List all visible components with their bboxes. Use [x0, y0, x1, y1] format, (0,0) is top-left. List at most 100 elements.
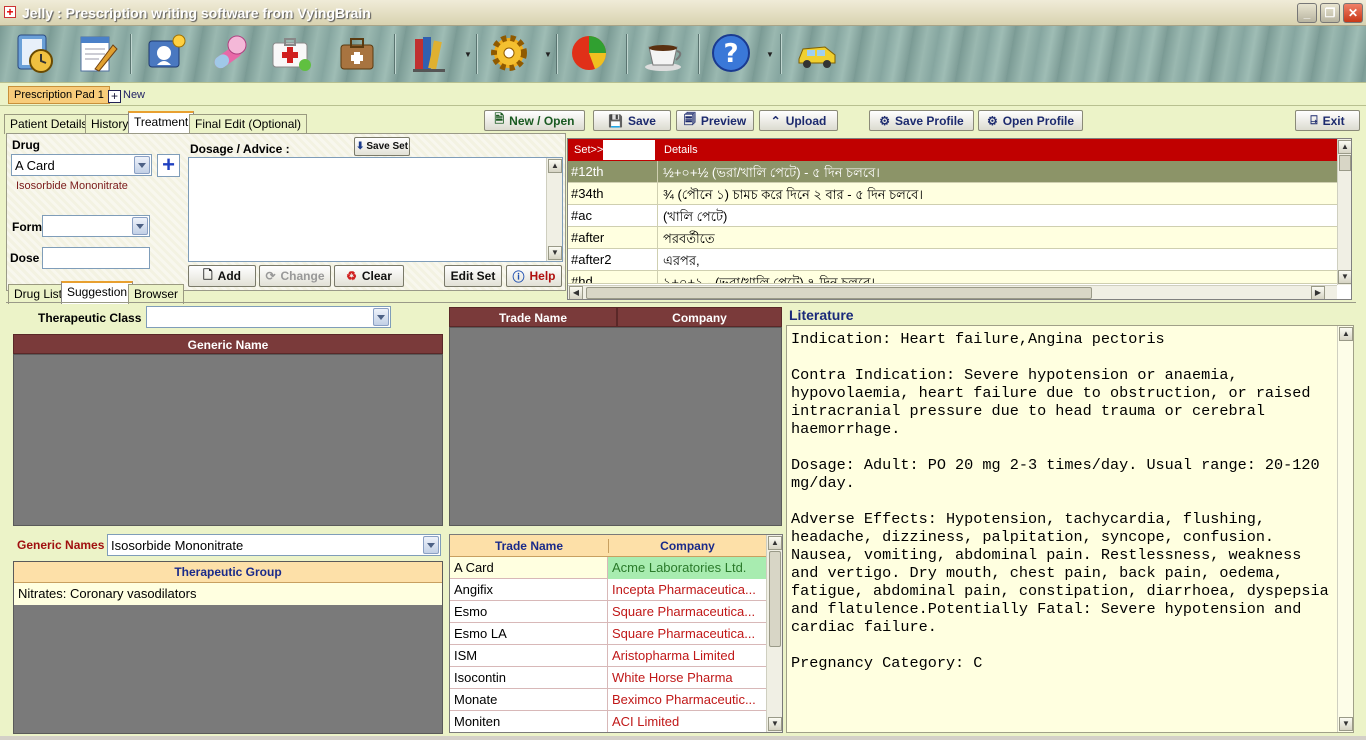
form-combo[interactable] — [42, 215, 150, 237]
table-row[interactable]: Moniten ACI Limited — [450, 711, 766, 732]
set-grid-horizontal-scrollbar[interactable]: ◀ ▶ — [568, 285, 1337, 299]
table-row[interactable]: ISM Aristopharma Limited — [450, 645, 766, 667]
medicine-pills-icon[interactable] — [206, 30, 252, 76]
table-row[interactable]: #ac (খালি পেটে) — [568, 205, 1337, 227]
dosage-advice-textarea[interactable]: ▲ ▼ — [188, 157, 563, 262]
chevron-down-icon[interactable] — [132, 217, 148, 235]
exit-button[interactable]: ⍈ Exit — [1295, 110, 1360, 131]
set-grid-vertical-scrollbar[interactable]: ▲ ▼ — [1337, 139, 1351, 285]
company-header: Company — [617, 307, 782, 327]
trade-company-list[interactable] — [449, 327, 782, 526]
new-pad-button[interactable]: + New — [108, 87, 145, 103]
toolbar-separator — [626, 34, 628, 74]
scroll-up-icon[interactable]: ▲ — [1339, 327, 1353, 341]
upload-button[interactable]: ⌃ Upload — [759, 110, 838, 131]
generic-names-label: Generic Names — [17, 538, 105, 552]
title-bar: + Jelly : Prescription writing software … — [0, 0, 1366, 26]
chevron-down-icon[interactable] — [373, 308, 389, 326]
first-aid-kit-icon[interactable] — [268, 30, 314, 76]
books-dropdown-icon[interactable]: ▼ — [464, 50, 472, 59]
new-open-button[interactable]: 🗎 New / Open — [484, 110, 585, 131]
generic-names-combo[interactable]: Isosorbide Mononitrate — [107, 534, 441, 556]
settings-gear-icon[interactable] — [486, 30, 532, 76]
scroll-down-icon[interactable]: ▼ — [1339, 717, 1353, 731]
close-button[interactable]: ✕ — [1343, 3, 1363, 23]
tab-patient-details[interactable]: Patient Details — [4, 114, 94, 134]
open-profile-button[interactable]: ⚙ Open Profile — [978, 110, 1083, 131]
preview-icon: 🗐 — [683, 112, 696, 126]
maximize-button[interactable]: ❐ — [1320, 3, 1340, 23]
upload-arrow-icon: ⌃ — [770, 113, 781, 128]
table-row[interactable]: Angifix Incepta Pharmaceutica... — [450, 579, 766, 601]
therapeutic-group-row[interactable]: Nitrates: Coronary vasodilators — [14, 583, 442, 605]
preview-button[interactable]: 🗐 Preview — [676, 110, 754, 131]
exit-taxi-icon[interactable] — [794, 30, 840, 76]
scroll-down-icon[interactable]: ▼ — [548, 246, 562, 260]
minimize-button[interactable]: _ — [1297, 3, 1317, 23]
scroll-right-icon[interactable]: ▶ — [1311, 286, 1325, 299]
table-row[interactable]: #after পরবর্তীতে — [568, 227, 1337, 249]
scroll-thumb[interactable] — [769, 551, 781, 647]
plus-icon: + — [108, 90, 121, 103]
drug-combo[interactable]: A Card — [11, 154, 152, 176]
tab-suggestion[interactable]: Suggestion — [61, 281, 134, 304]
table-row[interactable]: Esmo Square Pharmaceutica... — [450, 601, 766, 623]
tab-final-edit[interactable]: Final Edit (Optional) — [189, 114, 308, 134]
help-dropdown-icon[interactable]: ▼ — [766, 50, 774, 59]
generic-name-list[interactable] — [13, 354, 443, 526]
scroll-thumb[interactable] — [1339, 155, 1351, 171]
table-row[interactable]: #hd ১+০+১ - (ভরা/খালি পেটে) ৭ দিন চলবে। — [568, 271, 1337, 284]
table-row[interactable]: Esmo LA Square Pharmaceutica... — [450, 623, 766, 645]
set-filter-input[interactable] — [603, 140, 655, 160]
save-button[interactable]: 💾 Save — [593, 110, 671, 131]
prescription-edit-icon[interactable] — [74, 30, 120, 76]
save-set-button[interactable]: ⬇ Save Set — [354, 137, 410, 156]
scroll-up-icon[interactable]: ▲ — [768, 536, 782, 550]
table-row[interactable]: #34th ¾ (পৌনে ১) চামচ করে দিনে ২ বার - ৫… — [568, 183, 1337, 205]
literature-scrollbar[interactable]: ▲ ▼ — [1337, 326, 1353, 732]
scroll-up-icon[interactable]: ▲ — [1338, 140, 1351, 154]
scroll-left-icon[interactable]: ◀ — [569, 286, 583, 299]
chevron-down-icon[interactable] — [423, 536, 439, 554]
table-row[interactable]: Isocontin White Horse Pharma — [450, 667, 766, 689]
divider — [6, 302, 1356, 303]
add-drug-plus-icon[interactable]: + — [157, 154, 180, 177]
add-button[interactable]: 🗋 Add — [188, 265, 256, 287]
tab-history[interactable]: History — [85, 114, 135, 134]
therapeutic-class-label: Therapeutic Class — [38, 311, 142, 325]
scroll-up-icon[interactable]: ▲ — [548, 159, 562, 173]
refresh-icon: ⟳ — [265, 269, 276, 283]
table-row[interactable]: #after2 এরপর, — [568, 249, 1337, 271]
tab-browser[interactable]: Browser — [128, 284, 185, 304]
literature-text[interactable]: Indication: Heart failure,Angina pectori… — [786, 325, 1354, 733]
table-row[interactable]: Monate Beximco Pharmaceutic... — [450, 689, 766, 711]
therapeutic-class-combo[interactable] — [146, 306, 391, 328]
scroll-down-icon[interactable]: ▼ — [768, 717, 782, 731]
help-question-icon[interactable]: ? — [708, 30, 754, 76]
table-row[interactable]: A Card Acme Laboratories Ltd. — [450, 557, 766, 579]
change-button[interactable]: ⟳ Change — [259, 265, 331, 287]
help-button[interactable]: ⓘ Help — [506, 265, 562, 287]
dose-input[interactable] — [42, 247, 150, 269]
statistics-pie-chart-icon[interactable] — [566, 30, 612, 76]
trade-grid-scrollbar[interactable]: ▲ ▼ — [766, 535, 782, 732]
coffee-break-icon[interactable] — [640, 30, 686, 76]
doctor-bag-icon[interactable] — [334, 30, 380, 76]
patient-photo-icon[interactable] — [144, 30, 190, 76]
edit-set-button[interactable]: Edit Set — [444, 265, 502, 287]
document-icon: 🗋 — [203, 267, 213, 282]
dosage-scrollbar[interactable]: ▲ ▼ — [546, 158, 562, 261]
tab-drug-list[interactable]: Drug List — [8, 284, 69, 304]
table-row[interactable]: #12th ½+০+½ (ভরা/খালি পেটে) - ৫ দিন চলবে… — [568, 161, 1337, 183]
clear-button[interactable]: ♻ Clear — [334, 265, 404, 287]
save-profile-button[interactable]: ⚙ Save Profile — [869, 110, 974, 131]
scroll-down-icon[interactable]: ▼ — [1338, 270, 1351, 284]
chevron-down-icon[interactable] — [134, 156, 150, 174]
settings-dropdown-icon[interactable]: ▼ — [544, 50, 552, 59]
appointment-clock-icon[interactable] — [12, 30, 58, 76]
scroll-thumb[interactable] — [586, 287, 1092, 299]
books-library-icon[interactable] — [408, 30, 454, 76]
tab-treatment[interactable]: Treatment — [128, 111, 195, 134]
tab-prescription-pad-1[interactable]: Prescription Pad 1 — [8, 86, 110, 104]
trade-grid-header: Trade Name Company — [450, 535, 766, 557]
